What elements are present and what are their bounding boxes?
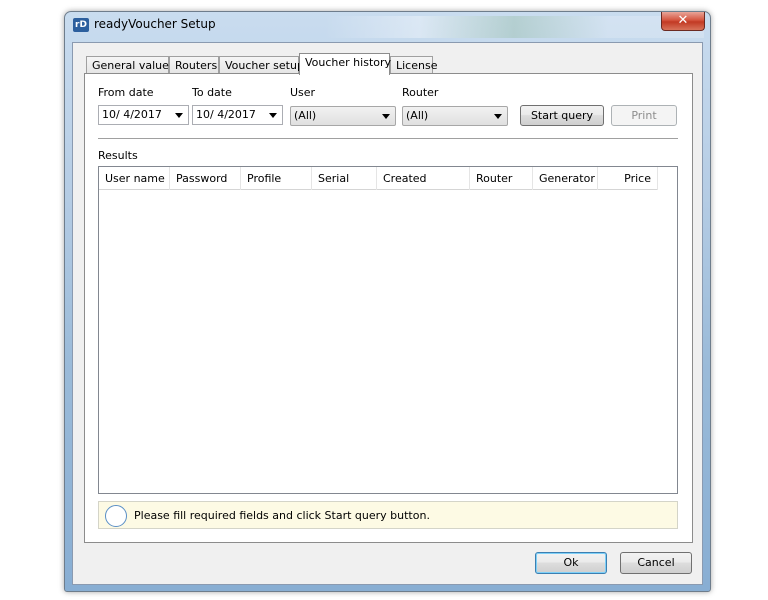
user-dropdown[interactable]: (All) bbox=[290, 106, 396, 126]
router-label: Router bbox=[402, 86, 439, 99]
status-message: Please fill required fields and click St… bbox=[134, 509, 430, 522]
column-header-serial[interactable]: Serial bbox=[312, 167, 377, 190]
results-table[interactable]: User name Password Profile Serial Create… bbox=[98, 166, 678, 494]
user-label: User bbox=[290, 86, 316, 99]
to-date-picker[interactable]: 10/ 4/2017 bbox=[192, 105, 283, 125]
window-title: readyVoucher Setup bbox=[94, 17, 216, 31]
router-dropdown[interactable]: (All) bbox=[402, 106, 508, 126]
start-query-button[interactable]: Start query bbox=[520, 105, 604, 126]
router-dropdown-value: (All) bbox=[406, 109, 429, 122]
to-date-label: To date bbox=[192, 86, 232, 99]
tab-voucher-history[interactable]: Voucher history bbox=[299, 53, 391, 75]
print-button[interactable]: Print bbox=[611, 105, 677, 126]
chevron-down-icon[interactable] bbox=[269, 113, 277, 118]
status-bar: Please fill required fields and click St… bbox=[98, 501, 678, 529]
from-date-picker[interactable]: 10/ 4/2017 bbox=[98, 105, 189, 125]
setup-window: rD readyVoucher Setup ✕ General values R… bbox=[64, 11, 711, 592]
column-header-generator[interactable]: Generator bbox=[533, 167, 598, 190]
divider bbox=[98, 138, 678, 140]
column-header-profile[interactable]: Profile bbox=[241, 167, 312, 190]
chevron-down-icon bbox=[382, 114, 390, 119]
chevron-down-icon bbox=[494, 114, 502, 119]
results-label: Results bbox=[98, 149, 138, 162]
app-icon: rD bbox=[73, 18, 89, 32]
column-header-created[interactable]: Created bbox=[377, 167, 470, 190]
column-header-user-name[interactable]: User name bbox=[99, 167, 170, 190]
voucher-history-panel: From date 10/ 4/2017 To date 10/ 4/2017 … bbox=[84, 73, 693, 543]
column-header-password[interactable]: Password bbox=[170, 167, 241, 190]
loading-spinner-icon bbox=[105, 505, 127, 527]
dialog-client-area: General values Routers Voucher setup Vou… bbox=[72, 42, 703, 585]
user-dropdown-value: (All) bbox=[294, 109, 317, 122]
ok-button[interactable]: Ok bbox=[535, 552, 607, 574]
close-button[interactable]: ✕ bbox=[661, 12, 705, 31]
from-date-value: 10/ 4/2017 bbox=[102, 108, 162, 121]
to-date-value: 10/ 4/2017 bbox=[196, 108, 256, 121]
results-table-header: User name Password Profile Serial Create… bbox=[99, 167, 658, 190]
cancel-button[interactable]: Cancel bbox=[620, 552, 692, 574]
column-header-router[interactable]: Router bbox=[470, 167, 533, 190]
chevron-down-icon[interactable] bbox=[175, 113, 183, 118]
from-date-label: From date bbox=[98, 86, 154, 99]
column-header-price[interactable]: Price bbox=[598, 167, 658, 190]
